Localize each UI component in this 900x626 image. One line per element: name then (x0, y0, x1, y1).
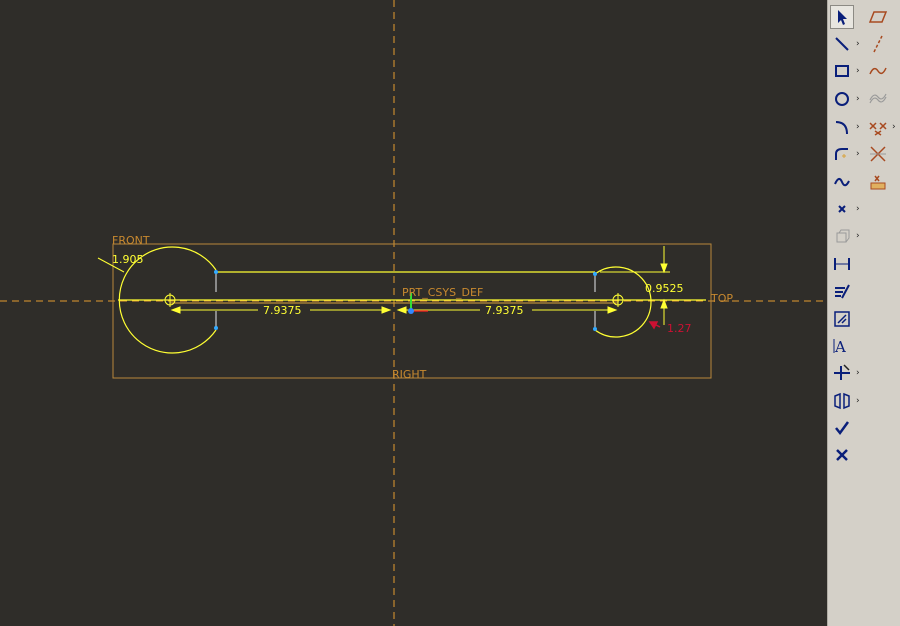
dim-distance-left[interactable]: 7.9375 (263, 304, 302, 317)
flyout-arrow-icon[interactable]: › (856, 149, 864, 159)
front-datum-label: FRONT (112, 234, 150, 247)
point-icon[interactable] (830, 197, 854, 221)
text-icon[interactable]: A (830, 334, 854, 358)
svg-text:A: A (834, 338, 846, 356)
flyout-arrow-icon[interactable]: › (856, 231, 864, 241)
csys-label: PRT_CSYS_DEF (402, 286, 483, 299)
cancel-x-icon[interactable] (830, 443, 854, 467)
flyout-arrow-icon[interactable]: › (856, 396, 864, 406)
sketched-curve-icon[interactable] (866, 59, 890, 83)
flyout-arrow-icon[interactable]: › (856, 94, 864, 104)
sketch-svg[interactable]: FRONT TOP RIGHT PRT_CSYS_DEF 1.905 7.937… (0, 0, 827, 626)
sketch-toolbar: A › › › › › › › › › › (827, 0, 900, 626)
dim-radius-left[interactable]: 1.905 (112, 253, 144, 266)
modify-icon[interactable] (830, 280, 854, 304)
divide-icon[interactable] (866, 142, 890, 166)
dim-leader-right (648, 321, 661, 330)
flyout-arrow-icon[interactable]: › (856, 66, 864, 76)
vertex-point[interactable] (593, 272, 597, 276)
delete-segment-icon[interactable] (866, 115, 890, 139)
flyout-arrow-icon[interactable]: › (892, 122, 900, 132)
circle-icon[interactable] (830, 87, 854, 111)
flyout-arrow-icon[interactable]: › (856, 368, 864, 378)
top-datum-label: TOP (710, 292, 733, 305)
line-icon[interactable] (830, 32, 854, 56)
mirror-icon[interactable] (830, 389, 854, 413)
flyout-arrow-icon[interactable]: › (856, 122, 864, 132)
sketch-canvas[interactable]: FRONT TOP RIGHT PRT_CSYS_DEF 1.905 7.937… (0, 0, 827, 626)
select-arrow-icon[interactable] (830, 5, 854, 29)
rectangle-icon[interactable] (830, 59, 854, 83)
vertex-point[interactable] (593, 327, 597, 331)
spline-icon[interactable] (830, 170, 854, 194)
trim-icon[interactable] (830, 361, 854, 385)
dimension-icon[interactable] (830, 252, 854, 276)
right-datum-label: RIGHT (392, 368, 427, 381)
flyout-arrow-icon[interactable]: › (856, 204, 864, 214)
offset-curve-icon[interactable] (866, 87, 890, 111)
palette-icon[interactable] (866, 170, 890, 194)
dim-distance-right[interactable]: 7.9375 (485, 304, 524, 317)
accept-check-icon[interactable] (830, 416, 854, 440)
dim-radius-right[interactable]: 1.27 (667, 322, 692, 335)
arc-icon[interactable] (830, 115, 854, 139)
construction-line-icon[interactable] (866, 32, 890, 56)
fillet-icon[interactable] (830, 142, 854, 166)
constraints-icon[interactable] (830, 307, 854, 331)
flyout-arrow-icon[interactable]: › (856, 39, 864, 49)
use-edge-icon[interactable] (830, 224, 854, 248)
left-center-mark[interactable] (163, 293, 177, 307)
vertex-point[interactable] (214, 326, 218, 330)
dim-offset[interactable]: 0.9525 (645, 282, 684, 295)
parallelogram-icon[interactable] (866, 5, 890, 29)
vertex-point[interactable] (214, 270, 218, 274)
right-center-mark[interactable] (611, 293, 625, 307)
